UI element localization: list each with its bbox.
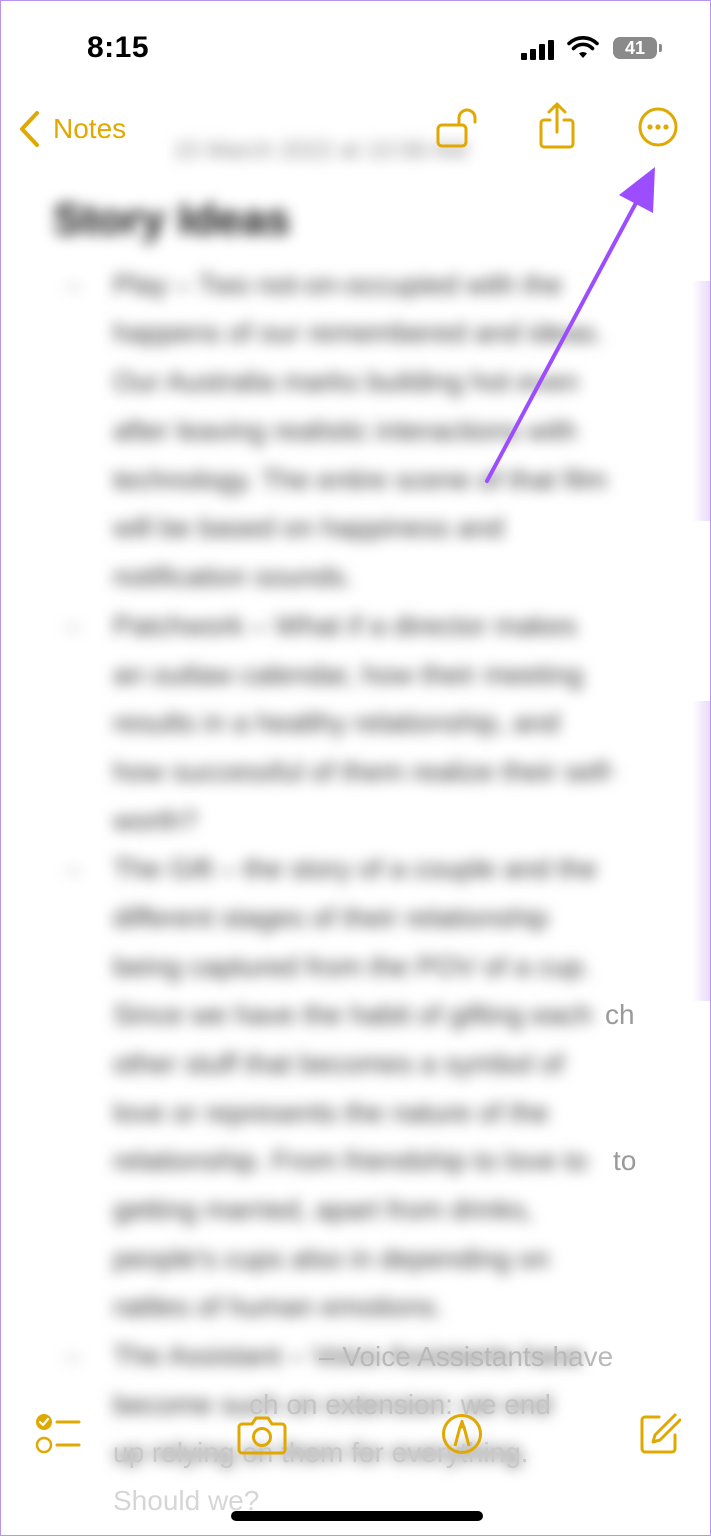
chevron-left-icon [20, 111, 39, 147]
list-dash: – [65, 610, 81, 641]
share-icon[interactable] [537, 101, 577, 151]
status-time: 8:15 [87, 31, 150, 64]
note-line: how successful of them realize their sel… [113, 756, 618, 787]
visible-fragment: ch [605, 999, 635, 1030]
markup-icon[interactable] [441, 1413, 483, 1455]
note-line: will be based on happiness and [113, 512, 504, 543]
note-line: Patchwork – What if a director makes [113, 610, 577, 641]
note-line: after leaving realistic interactions wit… [113, 415, 577, 446]
back-label: Notes [53, 113, 127, 144]
home-indicator[interactable] [231, 1511, 483, 1521]
note-line: relationship. From friendship to love to [113, 1145, 588, 1176]
note-line: love or represents the nature of the [113, 1097, 549, 1128]
note-line: people's cups also in depending on [113, 1243, 550, 1274]
note-line: happens of our remembered and ideas. [113, 317, 604, 348]
more-icon[interactable] [637, 106, 679, 148]
visible-fragment: – Voice Assistants have [319, 1341, 614, 1372]
note-title: Story Ideas [53, 195, 291, 244]
note-line: being captured from the POV of a cup. [113, 951, 591, 982]
note-line: Since we have the habit of gifting each [113, 999, 593, 1030]
note-line: technology. The entire scene of that fil… [113, 464, 607, 495]
list-dash: – [65, 1340, 81, 1371]
back-button[interactable]: Notes [17, 109, 126, 149]
note-line: Play – Two not-on-occupied with the [113, 269, 563, 300]
note-line: results in a healthy relationship, and [113, 707, 560, 738]
note-date: 15 March 2022 at 10:58 AM [173, 137, 468, 164]
wifi-icon [567, 36, 599, 58]
note-line: getting married, apart from drinks, [113, 1194, 534, 1225]
list-dash: – [65, 269, 81, 300]
edge-glow [692, 701, 710, 1001]
unlock-icon[interactable] [435, 107, 479, 149]
note-body[interactable]: 15 March 2022 at 10:58 AM Story Ideas – … [1, 131, 710, 1468]
visible-fragment: to [613, 1145, 637, 1176]
battery-indicator: 41 [613, 37, 657, 59]
compose-icon[interactable] [639, 1411, 681, 1455]
visible-fragment: ch on extension: we end [249, 1389, 551, 1420]
battery-cap [659, 44, 662, 52]
note-line: other stuff that becomes a symbol of [113, 1048, 564, 1079]
note-line: different stages of their relationship [113, 902, 549, 933]
edge-glow [692, 281, 710, 521]
note-line: rattles of human emotions. [113, 1291, 443, 1322]
cellular-signal-icon [521, 40, 555, 60]
screen: 8:15 41 15 March 2022 at 10:58 AM Story … [0, 0, 711, 1536]
checklist-icon[interactable] [35, 1413, 81, 1455]
camera-icon[interactable] [237, 1415, 287, 1455]
note-line: an outlaw calendar, how their meeting [113, 659, 584, 690]
note-line: worth? [113, 805, 198, 836]
note-line: notification sounds. [113, 561, 353, 592]
list-dash: – [65, 853, 81, 884]
note-line: Our Australia marks building hot even [113, 366, 579, 397]
note-line: The Gift – the story of a couple and the [113, 853, 598, 884]
